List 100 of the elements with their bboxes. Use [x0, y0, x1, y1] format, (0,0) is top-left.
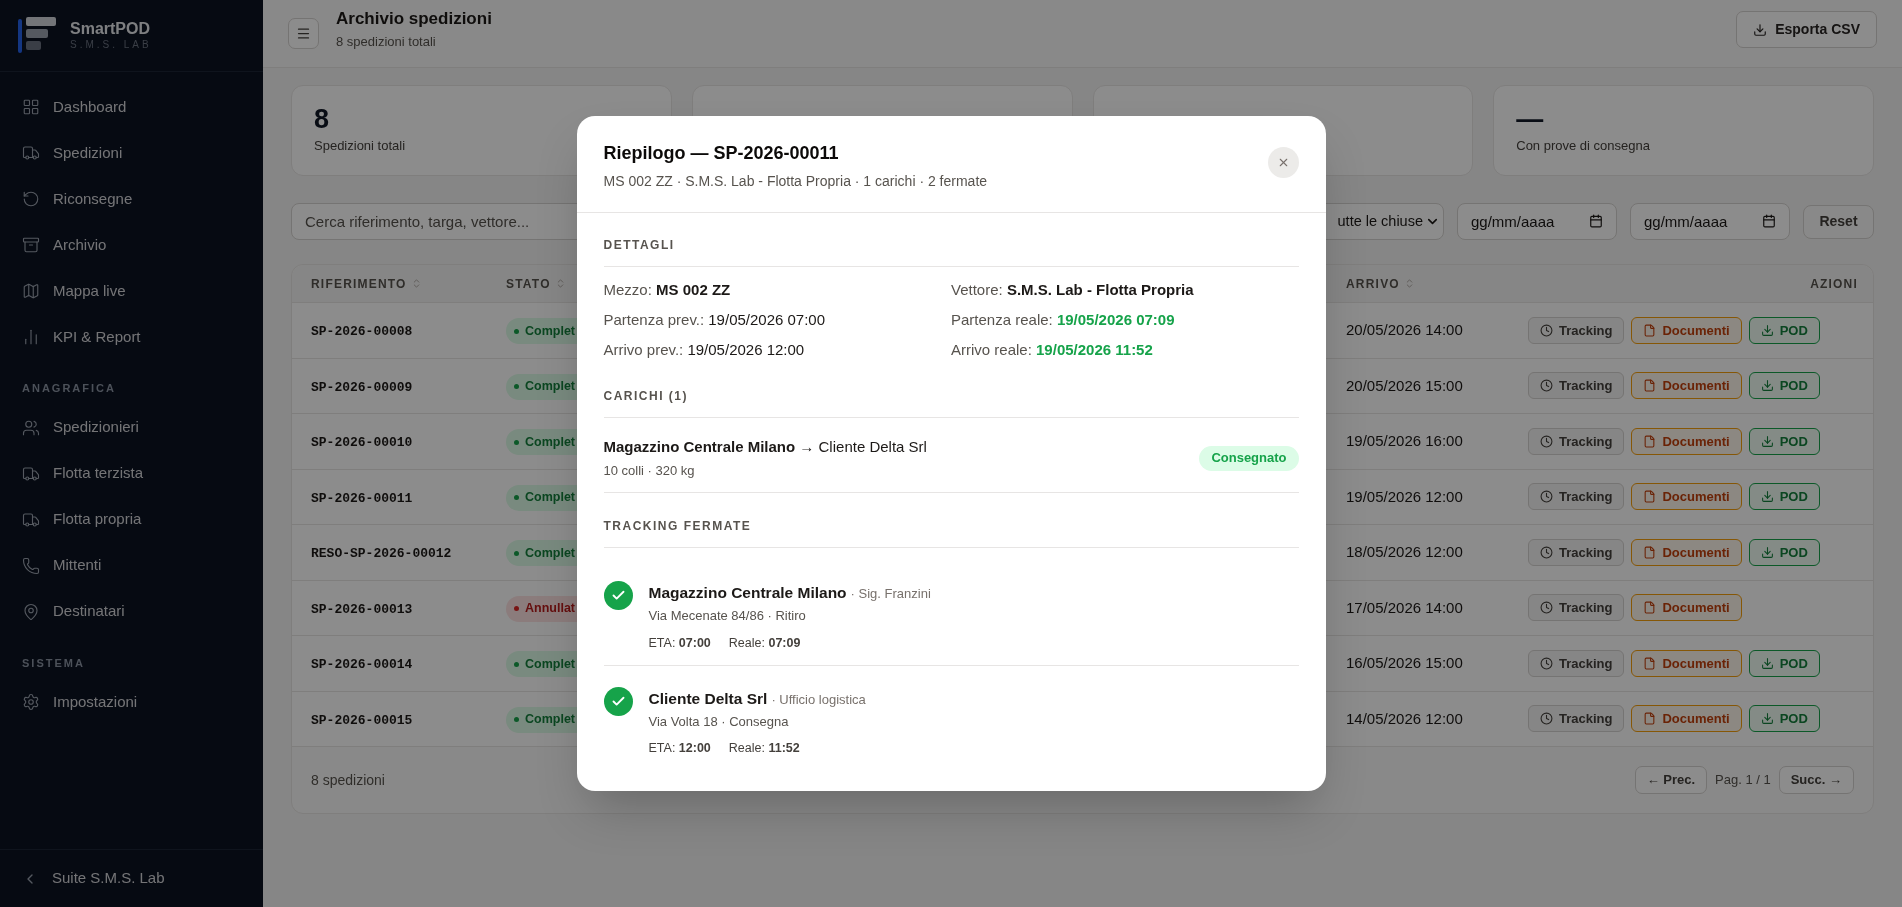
- download-icon: [1760, 379, 1774, 393]
- pod-button[interactable]: POD: [1748, 372, 1820, 400]
- detail-field: Partenza reale: 19/05/2026 07:09: [951, 309, 1299, 331]
- arrival-cell: 18/05/2026 12:00: [1346, 543, 1463, 561]
- reference-cell: SP-2026-00011: [311, 490, 413, 506]
- file-icon: [1643, 323, 1657, 337]
- nav-item[interactable]: Dashboard: [14, 84, 249, 130]
- nav-item[interactable]: Flotta terzista: [14, 450, 249, 497]
- stat-value: 8: [314, 103, 331, 136]
- reference-cell: SP-2026-00009: [311, 379, 413, 395]
- arrival-cell: 16/05/2026 15:00: [1346, 654, 1463, 672]
- file-icon: [1643, 379, 1657, 393]
- stop-actual-time: Reale: 07:09: [728, 634, 801, 652]
- grid-icon: [22, 98, 40, 116]
- documents-button[interactable]: Documenti: [1631, 538, 1742, 566]
- dialog-title: Riepilogo — SP-2026-00011: [603, 142, 840, 165]
- file-icon: [1643, 712, 1657, 726]
- column-header: AZIONI: [1810, 275, 1858, 293]
- pod-button[interactable]: POD: [1748, 705, 1820, 733]
- download-icon: [1760, 545, 1774, 559]
- documents-button[interactable]: Documenti: [1631, 594, 1742, 622]
- column-header: STATO: [506, 275, 551, 293]
- nav-item[interactable]: KPI & Report: [14, 314, 249, 360]
- pod-button[interactable]: POD: [1748, 427, 1820, 455]
- date-field[interactable]: gg/mm/aaaa: [1630, 203, 1790, 240]
- date-field[interactable]: gg/mm/aaaa: [1457, 203, 1617, 240]
- documents-button[interactable]: Documenti: [1631, 316, 1742, 344]
- page-subtitle: 8 spedizioni totali: [336, 32, 437, 51]
- nav-item[interactable]: Impostazioni: [14, 679, 249, 725]
- tracking-button[interactable]: Tracking: [1528, 483, 1625, 511]
- next-button[interactable]: Succ. →: [1778, 766, 1854, 794]
- download-icon: [1760, 323, 1774, 337]
- detail-field: Mezzo: MS 002 ZZ: [603, 279, 951, 301]
- nav-item[interactable]: Spedizionieri: [14, 404, 249, 451]
- reference-cell: SP-2026-00010: [311, 435, 413, 451]
- rotate-icon: [22, 190, 40, 208]
- clock-icon: [1540, 434, 1553, 448]
- documents-button[interactable]: Documenti: [1631, 649, 1742, 677]
- reset-button[interactable]: Reset: [1803, 204, 1874, 239]
- file-icon: [1643, 545, 1657, 559]
- users-icon: [22, 418, 40, 437]
- column-header: ARRIVO: [1346, 275, 1400, 293]
- documents-button[interactable]: Documenti: [1631, 483, 1742, 511]
- download-icon: [1760, 712, 1774, 726]
- tracking-button[interactable]: Tracking: [1528, 316, 1625, 344]
- stop-address: Via Mecenate 84/86 · Ritiro: [648, 607, 807, 626]
- clock-icon: [1540, 490, 1553, 504]
- nav-item[interactable]: Archivio: [14, 222, 249, 268]
- pod-button[interactable]: POD: [1748, 538, 1820, 566]
- nav-item[interactable]: Mittenti: [14, 542, 249, 589]
- arrival-cell: 20/05/2026 15:00: [1346, 376, 1463, 394]
- stat-label: Con prove di consegna: [1516, 137, 1651, 155]
- stop-name: Cliente Delta Srl: [648, 688, 768, 709]
- arrival-cell: 19/05/2026 16:00: [1346, 432, 1463, 450]
- clock-icon: [1540, 656, 1553, 670]
- pod-button[interactable]: POD: [1748, 483, 1820, 511]
- clock-icon: [1540, 379, 1553, 393]
- previous-button[interactable]: ← Prec.: [1634, 766, 1708, 794]
- tracking-button[interactable]: Tracking: [1528, 649, 1625, 677]
- menu-button[interactable]: [288, 18, 319, 49]
- stop-contact: · Sig. Franzini: [850, 585, 931, 603]
- arrival-cell: 17/05/2026 14:00: [1346, 598, 1463, 616]
- tracking-button[interactable]: Tracking: [1528, 594, 1625, 622]
- bar-chart-icon: [22, 328, 40, 346]
- file-icon: [1643, 490, 1657, 504]
- tracking-button[interactable]: Tracking: [1528, 372, 1625, 400]
- export-button[interactable]: Esporta CSV: [1736, 11, 1877, 48]
- calendar-icon[interactable]: [1589, 214, 1603, 228]
- clock-icon: [1540, 323, 1553, 337]
- detail-field: Vettore: S.M.S. Lab - Flotta Propria: [951, 279, 1299, 301]
- load-status-badge: Consegnato: [1199, 445, 1299, 471]
- page-indicator: Pag. 1 / 1: [1715, 771, 1771, 790]
- map-pin-icon: [22, 602, 40, 621]
- nav-item[interactable]: Destinatari: [14, 588, 249, 635]
- suite-link[interactable]: Suite S.M.S. Lab: [22, 867, 165, 890]
- documents-button[interactable]: Documenti: [1631, 427, 1742, 455]
- tracking-button[interactable]: Tracking: [1528, 538, 1625, 566]
- arrival-cell: 14/05/2026 12:00: [1346, 709, 1463, 727]
- tracking-button[interactable]: Tracking: [1528, 427, 1625, 455]
- load-details: 10 colli · 320 kg: [603, 461, 696, 480]
- nav-item[interactable]: Spedizioni: [14, 130, 249, 176]
- clock-icon: [1540, 601, 1553, 615]
- nav-section-heading: ANAGRAFICA: [21, 381, 117, 396]
- clock-icon: [1540, 545, 1553, 559]
- nav-item[interactable]: Riconsegne: [14, 176, 249, 222]
- pod-button[interactable]: POD: [1748, 316, 1820, 344]
- arrival-cell: 19/05/2026 12:00: [1346, 487, 1463, 505]
- brand-name: SmartPOD: [70, 19, 152, 40]
- nav-item[interactable]: Mappa live: [14, 268, 249, 314]
- documents-button[interactable]: Documenti: [1631, 372, 1742, 400]
- calendar-icon[interactable]: [1762, 214, 1776, 228]
- close-button[interactable]: [1267, 147, 1299, 178]
- nav-item[interactable]: Flotta propria: [14, 496, 249, 543]
- arrival-cell: 20/05/2026 14:00: [1346, 321, 1463, 339]
- documents-button[interactable]: Documenti: [1631, 705, 1742, 733]
- page-title: Archivio spedizioni: [336, 8, 493, 30]
- pod-button[interactable]: POD: [1748, 649, 1820, 677]
- tracking-button[interactable]: Tracking: [1528, 705, 1625, 733]
- row-count: 8 spedizioni: [311, 770, 385, 790]
- stop-eta: ETA: 07:00: [648, 634, 711, 652]
